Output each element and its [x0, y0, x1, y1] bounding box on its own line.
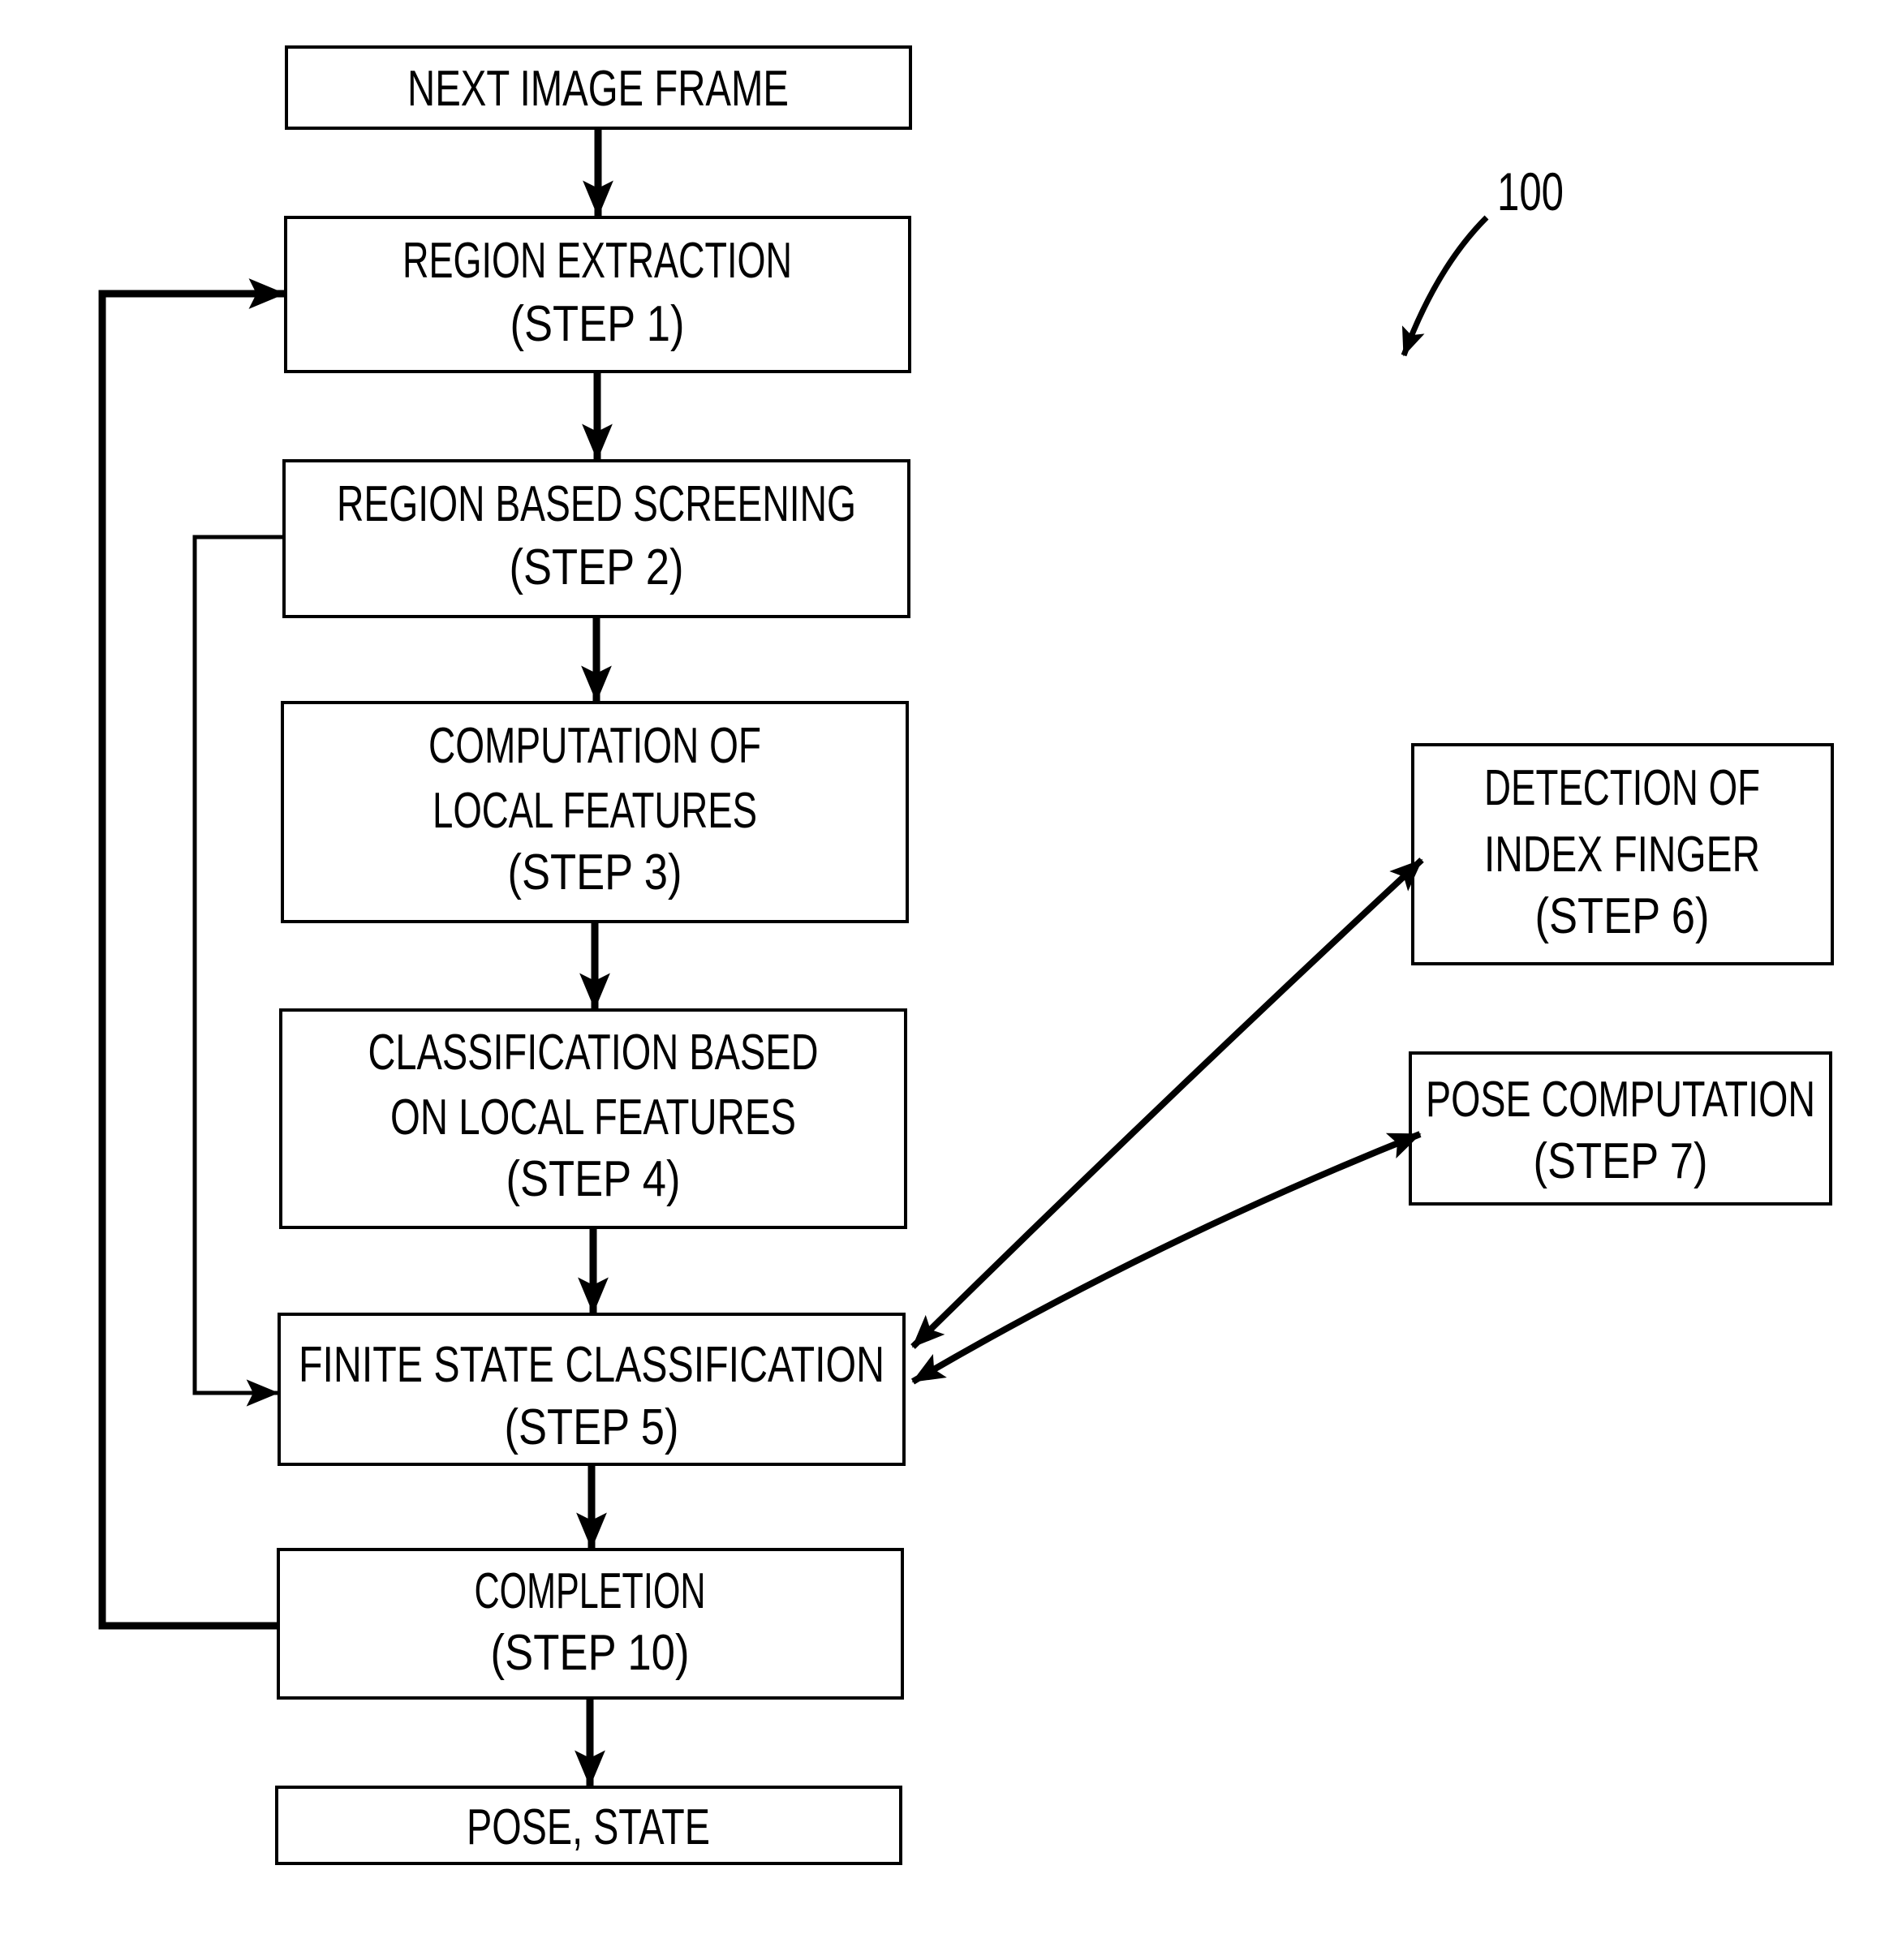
flowchart-diagram: NEXT IMAGE FRAME REGION EXTRACTION (STEP…: [98, 45, 1834, 1865]
reference-numeral: 100: [1401, 161, 1564, 357]
node-label: FINITE STATE CLASSIFICATION: [299, 1337, 884, 1393]
node-label-line2: ON LOCAL FEATURES: [390, 1090, 796, 1145]
loop-arrow-step2-to-step5: [192, 535, 284, 1407]
node-step-label: (STEP 6): [1535, 888, 1710, 944]
node-step7-pose-computation: POSE COMPUTATION (STEP 7): [1409, 1051, 1832, 1206]
node-step-label: (STEP 3): [508, 845, 682, 900]
node-step5-finite-state-classification: FINITE STATE CLASSIFICATION (STEP 5): [278, 1313, 906, 1466]
node-label-line2: INDEX FINGER: [1484, 827, 1760, 883]
node-next-image-frame: NEXT IMAGE FRAME: [285, 45, 912, 130]
node-label: POSE COMPUTATION: [1426, 1072, 1815, 1128]
node-output-pose-state: POSE, STATE: [275, 1786, 902, 1865]
node-step10-completion: COMPLETION (STEP 10): [277, 1548, 904, 1700]
node-step6-detection-index-finger: DETECTION OF INDEX FINGER (STEP 6): [1411, 743, 1834, 965]
node-step3-computation-local-features: COMPUTATION OF LOCAL FEATURES (STEP 3): [281, 701, 909, 923]
node-label-line1: DETECTION OF: [1484, 760, 1760, 816]
node-label: REGION EXTRACTION: [402, 233, 792, 289]
bidirectional-arrow-step5-step7: [910, 1131, 1422, 1385]
node-step-label: (STEP 10): [491, 1625, 690, 1681]
node-step-label: (STEP 4): [506, 1151, 681, 1207]
node-step-label: (STEP 2): [510, 539, 684, 595]
node-label: NEXT IMAGE FRAME: [407, 61, 789, 117]
node-step4-classification-local-features: CLASSIFICATION BASED ON LOCAL FEATURES (…: [279, 1008, 907, 1229]
reference-numeral-label: 100: [1497, 161, 1564, 221]
bidirectional-arrow-step5-step6: [910, 858, 1424, 1349]
node-label: COMPLETION: [475, 1563, 706, 1619]
node-label: REGION BASED SCREENING: [337, 476, 856, 532]
node-step-label: (STEP 7): [1534, 1133, 1708, 1189]
node-step-label: (STEP 5): [505, 1399, 679, 1455]
node-label-line2: LOCAL FEATURES: [433, 783, 757, 839]
node-step-label: (STEP 1): [510, 296, 685, 352]
node-label-line1: COMPUTATION OF: [428, 718, 761, 774]
node-label: POSE, STATE: [467, 1799, 710, 1855]
node-step1-region-extraction: REGION EXTRACTION (STEP 1): [284, 216, 911, 373]
node-step2-region-based-screening: REGION BASED SCREENING (STEP 2): [282, 459, 910, 618]
reference-leader-arrow: [1401, 215, 1489, 357]
node-label-line1: CLASSIFICATION BASED: [368, 1025, 819, 1081]
